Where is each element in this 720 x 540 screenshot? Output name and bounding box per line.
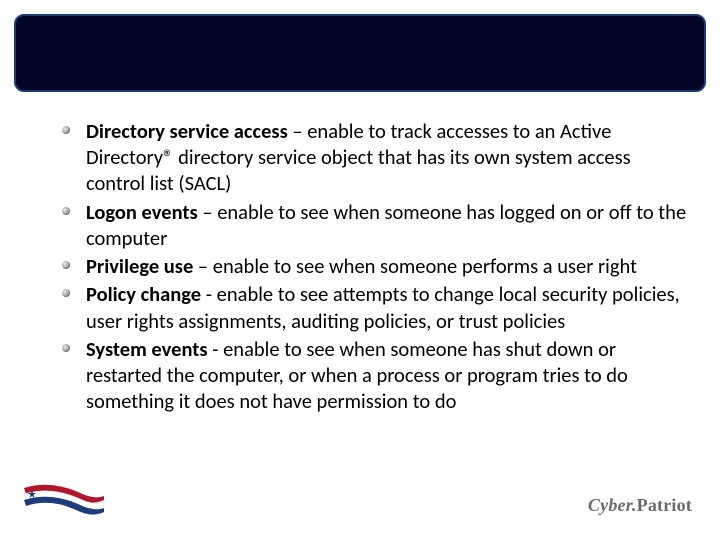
list-item: Privilege use – enable to see when someo… — [54, 253, 690, 279]
bullet-sep: – — [288, 118, 307, 144]
bullet-term: Privilege use — [86, 253, 193, 279]
bullet-sep: - — [208, 336, 224, 362]
list-item: Directory service access – enable to tra… — [54, 118, 690, 197]
bullet-sep: - — [201, 281, 217, 307]
brand-part-a: Cyber. — [588, 495, 637, 515]
title-bar — [14, 14, 706, 92]
bullet-list: Directory service access – enable to tra… — [54, 118, 690, 415]
bullet-term: Logon events — [86, 199, 198, 225]
list-item: Policy change - enable to see attempts t… — [54, 281, 690, 333]
content-area: Directory service access – enable to tra… — [54, 118, 690, 417]
footer-brand: Cyber.Patriot — [588, 495, 692, 516]
bullet-desc: enable to see when someone performs a us… — [213, 253, 637, 279]
list-item: System events - enable to see when someo… — [54, 336, 690, 415]
list-item: Logon events – enable to see when someon… — [54, 199, 690, 251]
bullet-term: Policy change — [86, 281, 201, 307]
bullet-term: System events — [86, 336, 208, 362]
bullet-sep: – — [193, 253, 212, 279]
bullet-term: Directory service access — [86, 118, 288, 144]
slide: Directory service access – enable to tra… — [0, 0, 720, 540]
bullet-sep: – — [198, 199, 217, 225]
logo-flag-icon — [20, 478, 108, 522]
brand-part-b: Patriot — [637, 495, 692, 515]
